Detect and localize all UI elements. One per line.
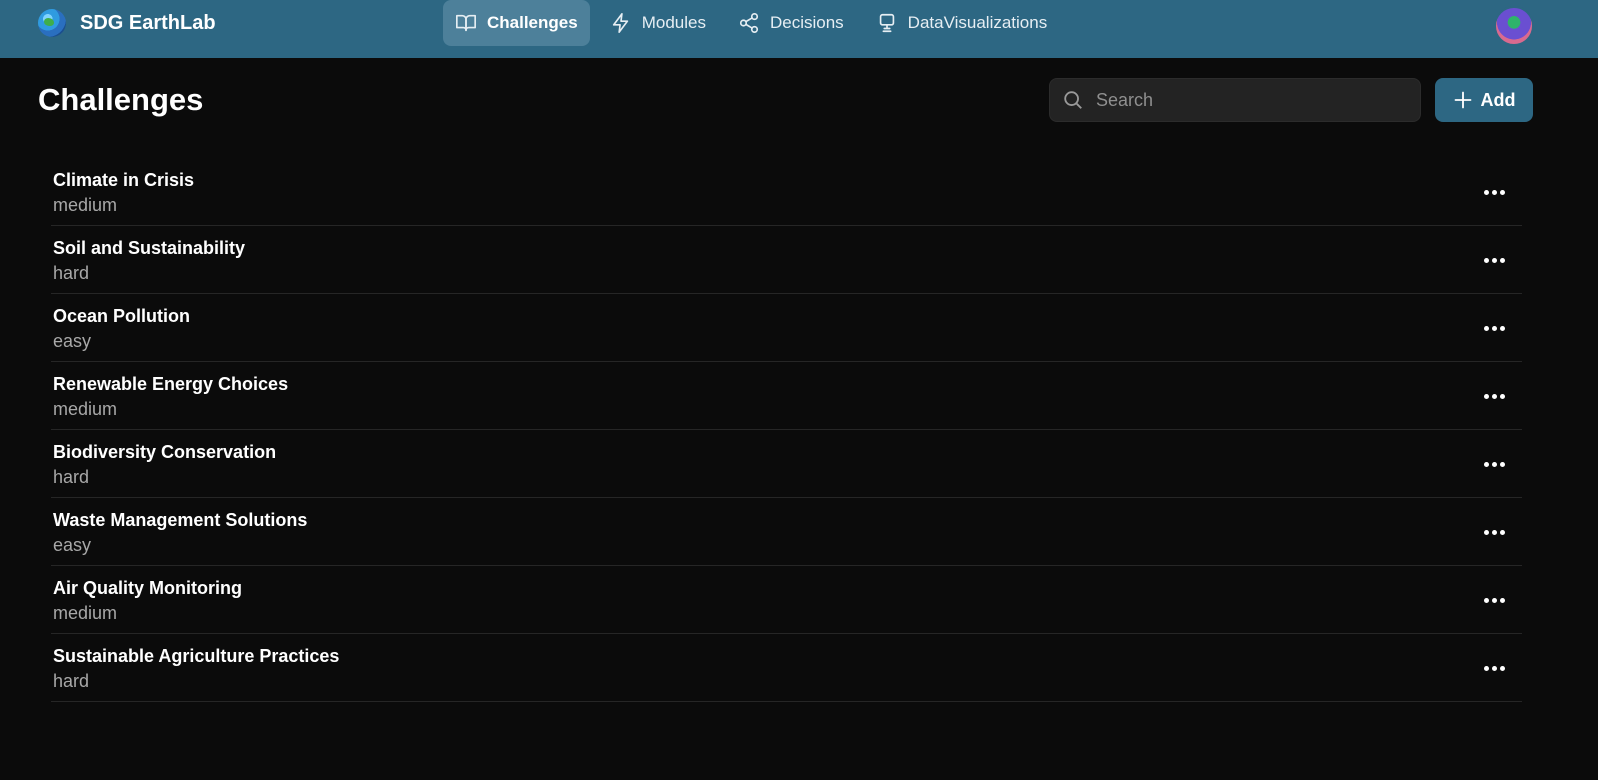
challenge-difficulty: easy <box>53 331 92 351</box>
lightning-icon <box>612 13 628 33</box>
brand[interactable]: SDG EarthLab <box>38 0 216 46</box>
list-item[interactable]: Air Quality Monitoring medium <box>51 566 1522 634</box>
share-nodes-icon <box>739 13 759 33</box>
challenge-list: Climate in Crisis medium Soil and Sustai… <box>51 158 1522 702</box>
list-item[interactable]: Climate in Crisis medium <box>51 158 1522 226</box>
plus-icon <box>1454 91 1471 109</box>
brand-name: SDG EarthLab <box>80 11 216 34</box>
nav-item-decisions[interactable]: Decisions <box>726 0 856 46</box>
add-button-label: Add <box>1480 89 1516 110</box>
nav-item-datavisualizations[interactable]: DataVisualizations <box>864 0 1060 46</box>
list-item[interactable]: Soil and Sustainability hard <box>51 226 1522 294</box>
challenge-difficulty: medium <box>53 195 118 215</box>
nav-label-modules: Modules <box>641 13 706 32</box>
more-options-icon[interactable] <box>1480 588 1508 612</box>
list-item[interactable]: Biodiversity Conservation hard <box>51 430 1522 498</box>
challenge-title: Waste Management Solutions <box>53 510 308 530</box>
challenge-difficulty: medium <box>53 399 118 419</box>
main-nav: Challenges Modules Decisions DataVisuali… <box>443 0 1059 46</box>
more-options-icon[interactable] <box>1480 180 1508 204</box>
challenge-difficulty: hard <box>53 263 90 283</box>
user-avatar[interactable] <box>1494 6 1534 46</box>
list-item[interactable]: Ocean Pollution easy <box>51 294 1522 362</box>
search-input[interactable] <box>1094 88 1420 112</box>
challenge-title: Ocean Pollution <box>53 306 191 326</box>
nav-item-modules[interactable]: Modules <box>598 0 718 46</box>
page-title: Challenges <box>38 82 204 117</box>
more-options-icon[interactable] <box>1480 520 1508 544</box>
nav-item-challenges[interactable]: Challenges <box>443 0 590 46</box>
list-item[interactable]: Sustainable Agriculture Practices hard <box>51 634 1522 702</box>
challenge-title: Air Quality Monitoring <box>53 578 242 598</box>
search-box[interactable] <box>1049 78 1421 122</box>
challenge-title: Renewable Energy Choices <box>53 374 289 394</box>
challenge-difficulty: medium <box>53 603 118 623</box>
challenge-title: Biodiversity Conservation <box>53 442 277 462</box>
list-item[interactable]: Waste Management Solutions easy <box>51 498 1522 566</box>
add-button[interactable]: Add <box>1435 78 1533 122</box>
more-options-icon[interactable] <box>1480 384 1508 408</box>
more-options-icon[interactable] <box>1480 656 1508 680</box>
nav-label-challenges: Challenges <box>487 13 578 32</box>
more-options-icon[interactable] <box>1480 452 1508 476</box>
book-open-icon <box>456 14 476 32</box>
monitor-icon <box>879 13 894 33</box>
top-navigation-bar: SDG EarthLab Challenges Modules Decision… <box>0 0 1598 58</box>
challenge-title: Climate in Crisis <box>53 170 195 190</box>
more-options-icon[interactable] <box>1480 316 1508 340</box>
page-header: Challenges Add <box>0 58 1598 144</box>
challenge-title: Sustainable Agriculture Practices <box>53 646 340 666</box>
challenge-difficulty: hard <box>53 467 90 487</box>
challenge-difficulty: easy <box>53 535 92 555</box>
nav-label-decisions: Decisions <box>769 13 844 32</box>
list-item[interactable]: Renewable Energy Choices medium <box>51 362 1522 430</box>
nav-label-datavisualizations: DataVisualizations <box>907 13 1048 32</box>
search-icon <box>1064 91 1082 109</box>
globe-logo-icon <box>38 9 66 37</box>
challenge-difficulty: hard <box>53 671 90 691</box>
challenge-title: Soil and Sustainability <box>53 238 246 258</box>
more-options-icon[interactable] <box>1480 248 1508 272</box>
